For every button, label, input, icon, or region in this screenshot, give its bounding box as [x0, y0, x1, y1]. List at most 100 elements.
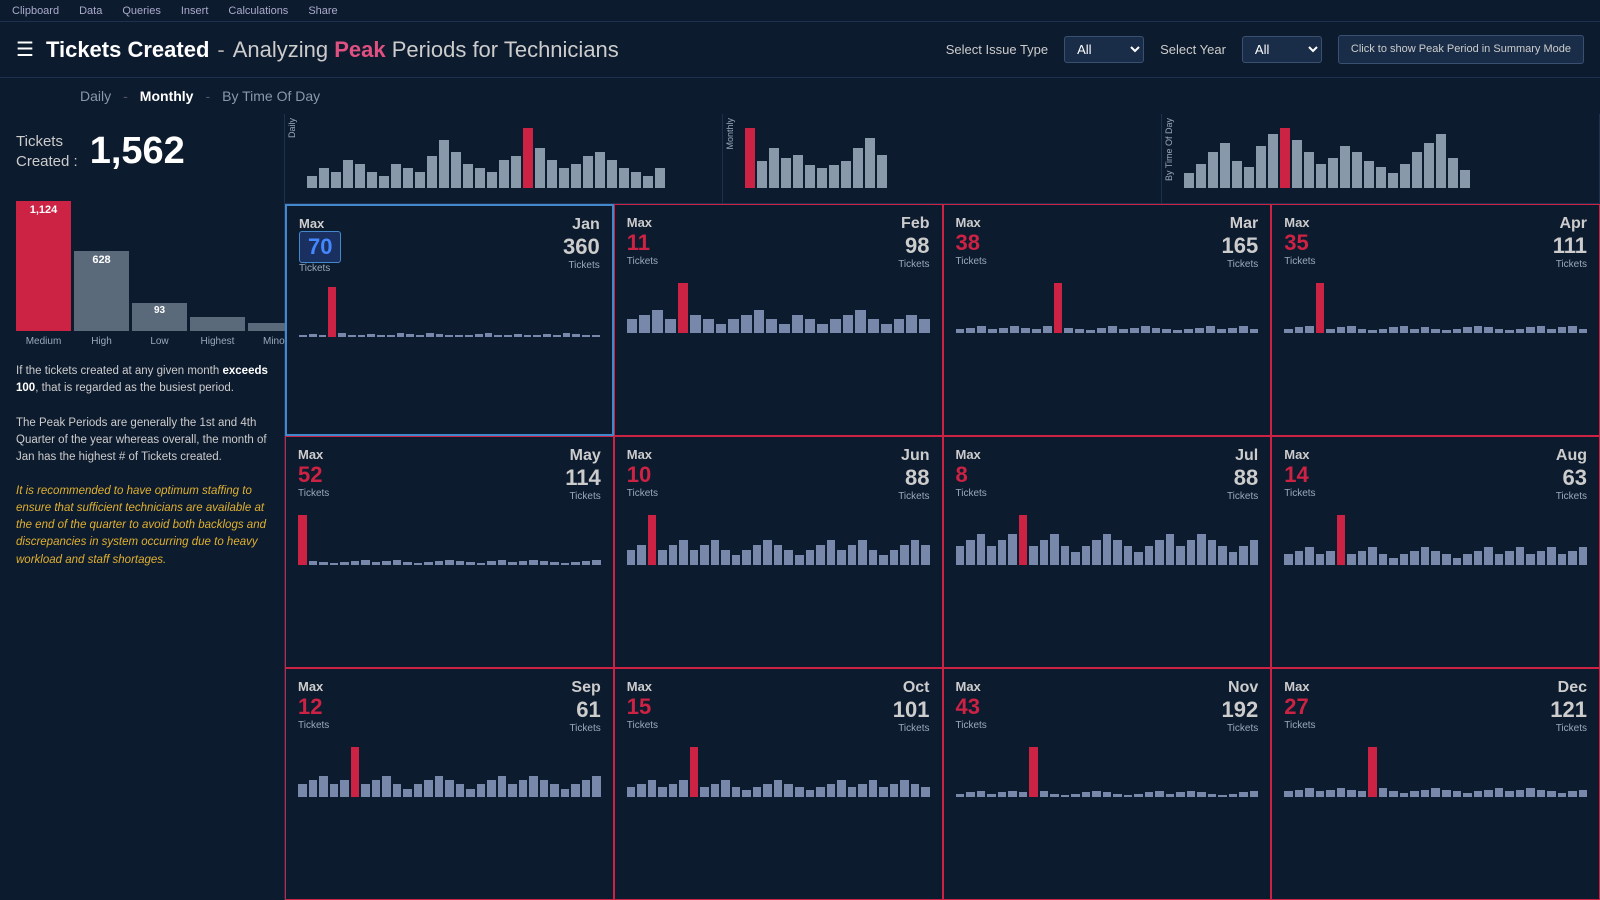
- issue-type-select[interactable]: All: [1064, 36, 1144, 63]
- max-value: 43: [956, 694, 987, 720]
- mini-bar-item: [1436, 134, 1446, 188]
- mini-bar-item: [391, 164, 401, 188]
- month-bar-item: [1579, 329, 1588, 333]
- mini-bar-item: [379, 176, 389, 188]
- month-bar-item: [1155, 540, 1164, 565]
- month-total: 165: [1222, 233, 1259, 259]
- month-bar-item: [1410, 329, 1419, 333]
- mini-bar-item: [1400, 164, 1410, 188]
- topbar-insert[interactable]: Insert: [181, 5, 209, 17]
- max-label: Max: [298, 679, 329, 694]
- month-name: Sep: [571, 679, 600, 697]
- topbar-share[interactable]: Share: [308, 5, 337, 17]
- tab-by-time-of-day[interactable]: By Time Of Day: [222, 88, 320, 104]
- month-name: May: [570, 447, 601, 465]
- month-bar-item: [1019, 515, 1028, 565]
- mini-bar-item: [817, 168, 827, 188]
- month-bar-item: [669, 784, 678, 797]
- month-bar-item: [1400, 793, 1409, 797]
- month-section: Mar 165 Tickets: [1222, 215, 1259, 270]
- month-bar-item: [1284, 329, 1293, 333]
- month-bar-item: [966, 792, 975, 797]
- month-tickets-label: Tickets: [1227, 723, 1258, 734]
- month-card-apr[interactable]: Max 35 Tickets Apr 111 Tickets: [1271, 204, 1600, 436]
- month-card-feb[interactable]: Max 11 Tickets Feb 98 Tickets: [614, 204, 943, 436]
- topbar-clipboard[interactable]: Clipboard: [12, 5, 59, 17]
- month-bar-item: [1558, 793, 1567, 797]
- month-card-oct[interactable]: Max 15 Tickets Oct 101 Tickets: [614, 668, 943, 900]
- month-bar-item: [998, 792, 1007, 797]
- month-total: 192: [1222, 697, 1259, 723]
- month-card-dec[interactable]: Max 27 Tickets Dec 121 Tickets: [1271, 668, 1600, 900]
- month-bar-item: [1295, 551, 1304, 565]
- month-name: Jul: [1235, 447, 1258, 465]
- month-bar-item: [1229, 552, 1238, 565]
- month-bar-item: [1537, 790, 1546, 797]
- month-card-jul[interactable]: Max 8 Tickets Jul 88 Tickets: [943, 436, 1272, 668]
- topbar-calculations[interactable]: Calculations: [228, 5, 288, 17]
- menu-icon[interactable]: ☰: [16, 37, 34, 62]
- medium-bar: 1,124: [16, 201, 71, 331]
- mini-chart-bytime: By Time Of Day: [1162, 114, 1600, 203]
- month-bar-item: [1516, 329, 1525, 333]
- max-label: Max: [956, 447, 987, 462]
- month-bar-item: [498, 560, 507, 565]
- mini-bar-item: [619, 168, 629, 188]
- max-value: 52: [298, 462, 329, 488]
- month-bar-item: [1379, 554, 1388, 565]
- month-bar-item: [319, 562, 328, 565]
- highest-bar-label: Highest: [201, 336, 235, 347]
- max-section: Max 8 Tickets: [956, 447, 987, 499]
- topbar-queries[interactable]: Queries: [122, 5, 161, 17]
- month-card-aug[interactable]: Max 14 Tickets Aug 63 Tickets: [1271, 436, 1600, 668]
- month-bar-item: [328, 287, 336, 337]
- month-card-may[interactable]: Max 52 Tickets May 114 Tickets: [285, 436, 614, 668]
- month-bar-item: [1134, 552, 1143, 565]
- month-bar-item: [1495, 554, 1504, 565]
- max-tickets-label: Tickets: [956, 720, 987, 731]
- month-bar-item: [477, 784, 486, 797]
- max-section: Max 11 Tickets: [627, 215, 658, 267]
- month-bar-item: [1250, 540, 1259, 565]
- tab-daily[interactable]: Daily: [80, 88, 111, 104]
- year-select[interactable]: All: [1242, 36, 1322, 63]
- month-bar-item: [582, 335, 590, 337]
- tab-monthly[interactable]: Monthly: [140, 88, 194, 104]
- month-bar-item: [879, 787, 888, 797]
- month-card-nov[interactable]: Max 43 Tickets Nov 192 Tickets: [943, 668, 1272, 900]
- month-bar-item: [1337, 788, 1346, 797]
- month-bar-item: [690, 747, 699, 797]
- month-bar-item: [309, 561, 318, 565]
- month-card-jun[interactable]: Max 10 Tickets Jun 88 Tickets: [614, 436, 943, 668]
- month-bar-item: [881, 324, 892, 333]
- max-value: 14: [1284, 462, 1315, 488]
- mini-bar-item: [1364, 161, 1374, 188]
- mini-bar-item: [1424, 143, 1434, 188]
- month-bar-item: [1195, 328, 1204, 333]
- month-bar-item: [766, 319, 777, 333]
- month-bar-item: [1579, 547, 1588, 565]
- month-bar-item: [1368, 547, 1377, 565]
- month-total: 61: [576, 697, 600, 723]
- month-bar-item: [1516, 547, 1525, 565]
- month-bar-item: [921, 545, 930, 565]
- month-bar-item: [298, 784, 307, 797]
- month-bar-item: [998, 540, 1007, 565]
- max-section: Max 70 Tickets: [299, 216, 341, 274]
- month-card-sep[interactable]: Max 12 Tickets Sep 61 Tickets: [285, 668, 614, 900]
- month-card-mar[interactable]: Max 38 Tickets Mar 165 Tickets: [943, 204, 1272, 436]
- month-bar-item: [1166, 534, 1175, 565]
- month-bar-item: [869, 550, 878, 565]
- max-label: Max: [956, 679, 987, 694]
- month-card-jan[interactable]: Max 70 Tickets Jan 360 Tickets: [285, 204, 614, 436]
- topbar-data[interactable]: Data: [79, 5, 102, 17]
- month-bar-item: [753, 787, 762, 797]
- month-section: Sep 61 Tickets: [569, 679, 600, 734]
- month-bar-item: [1421, 547, 1430, 565]
- month-name: Oct: [903, 679, 930, 697]
- max-section: Max 12 Tickets: [298, 679, 329, 731]
- month-bar-item: [1474, 326, 1483, 333]
- peak-mode-button[interactable]: Click to show Peak Period in Summary Mod…: [1338, 35, 1584, 63]
- month-bar-item: [1064, 328, 1073, 333]
- month-bar-item: [741, 315, 752, 333]
